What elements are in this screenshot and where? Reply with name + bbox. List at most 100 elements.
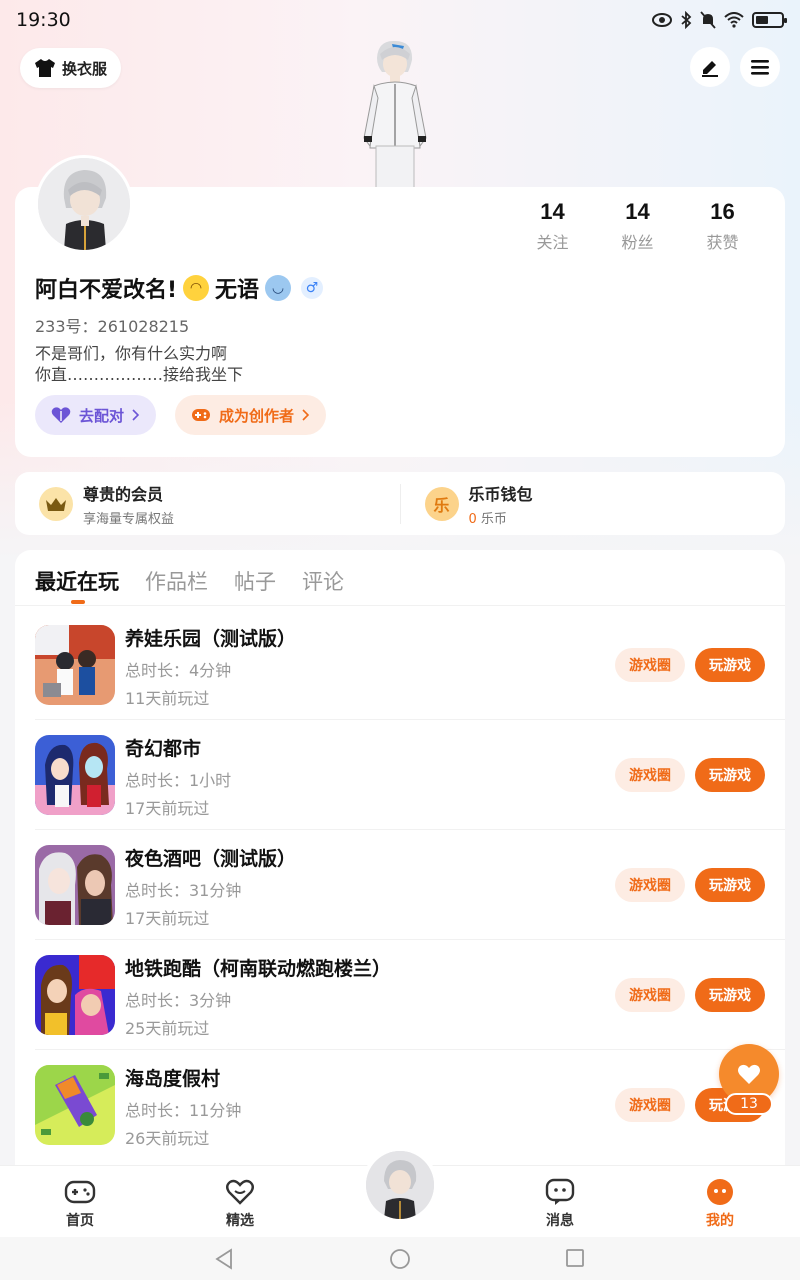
vip-subtitle: 享海量专属权益 <box>83 511 175 527</box>
play-game-button[interactable]: 玩游戏 <box>695 868 765 902</box>
upside-down-face-icon: ◠ <box>183 275 210 301</box>
tab-comments[interactable]: 评论 <box>302 566 344 596</box>
tab-posts[interactable]: 帖子 <box>234 566 276 596</box>
stat-likes-count: 16 <box>710 199 735 224</box>
edit-profile-button[interactable] <box>690 47 730 87</box>
game-duration: 总时长：1小时 <box>125 771 232 790</box>
game-info: 奇幻都市 总时长：1小时 17天前玩过 <box>125 734 231 819</box>
battery-icon <box>752 12 787 28</box>
stat-likes[interactable]: 16 获赞 <box>680 199 765 253</box>
play-game-button[interactable]: 玩游戏 <box>695 648 765 682</box>
nav-featured[interactable]: 精选 <box>200 1176 280 1230</box>
menu-button[interactable] <box>740 47 780 87</box>
user-id[interactable]: 233号：261028215 <box>35 313 189 337</box>
nav-me-label: 我的 <box>706 1213 734 1229</box>
game-last-played: 17天前玩过 <box>125 799 210 818</box>
game-thumbnail <box>35 845 115 925</box>
nav-featured-label: 精选 <box>226 1213 254 1229</box>
chevron-right-icon <box>302 409 310 421</box>
game-name: 海岛度假村 <box>125 1068 221 1090</box>
game-last-played: 11天前玩过 <box>125 689 210 708</box>
game-duration: 总时长：4分钟 <box>125 661 232 680</box>
hamburger-icon <box>751 60 769 75</box>
wallet-amount: 0 <box>468 511 477 527</box>
vip-member-entry[interactable]: 尊贵的会员 享海量专属权益 <box>15 481 400 527</box>
game-name: 养娃乐园（测试版） <box>125 628 297 650</box>
game-last-played: 17天前玩过 <box>125 909 210 928</box>
game-thumbnail <box>35 735 115 815</box>
tab-works[interactable]: 作品栏 <box>145 566 208 596</box>
change-outfit-label: 换衣服 <box>62 59 108 78</box>
game-circle-button[interactable]: 游戏圈 <box>615 1088 685 1122</box>
game-row[interactable]: 奇幻都市 总时长：1小时 17天前玩过 游戏圈 玩游戏 <box>15 720 785 830</box>
mute-bell-icon <box>700 11 716 29</box>
nickname-text: 阿白不爱改名! <box>35 278 178 303</box>
recents-icon[interactable] <box>565 1248 585 1268</box>
nav-home[interactable]: 首页 <box>40 1176 120 1230</box>
like-count-badge: 13 <box>725 1093 773 1115</box>
nav-messages-label: 消息 <box>546 1213 574 1229</box>
content-card: 最近在玩 作品栏 帖子 评论 养娃乐园（测试版） 总时长：4分钟 11天前玩过 … <box>15 550 785 1250</box>
shirt-icon <box>35 59 55 77</box>
nickname: 阿白不爱改名! ◠ 无语 ◡ ♂ <box>35 272 324 304</box>
match-button[interactable]: 去配对 <box>35 395 157 435</box>
stat-following-label: 关注 <box>536 233 569 252</box>
eye-icon <box>652 13 672 27</box>
back-icon[interactable] <box>214 1248 234 1270</box>
stat-followers[interactable]: 14 粉丝 <box>595 199 680 253</box>
game-last-played: 25天前玩过 <box>125 1019 210 1038</box>
game-row[interactable]: 养娃乐园（测试版） 总时长：4分钟 11天前玩过 游戏圈 玩游戏 <box>15 610 785 720</box>
status-icons <box>652 11 787 29</box>
game-circle-button[interactable]: 游戏圈 <box>615 758 685 792</box>
game-info: 海岛度假村 总时长：11分钟 26天前玩过 <box>125 1064 241 1149</box>
pencil-icon <box>702 61 718 77</box>
game-row[interactable]: 夜色酒吧（测试版） 总时长：31分钟 17天前玩过 游戏圈 玩游戏 <box>15 830 785 940</box>
status-time: 19:30 <box>16 9 71 31</box>
tab-recent-played[interactable]: 最近在玩 <box>35 566 119 604</box>
game-circle-button[interactable]: 游戏圈 <box>615 978 685 1012</box>
wallet-entry[interactable]: 乐 乐币钱包 0 乐币 <box>401 481 786 527</box>
nickname-suffix: 无语 <box>215 278 260 303</box>
become-creator-button[interactable]: 成为创作者 <box>175 395 327 435</box>
game-duration: 总时长：3分钟 <box>125 991 232 1010</box>
bio-line-1: 不是哥们，你有什么实力啊 <box>35 344 228 363</box>
profile-face-icon <box>707 1179 733 1205</box>
game-row[interactable]: 海岛度假村 总时长：11分钟 26天前玩过 游戏圈 玩游戏 <box>15 1050 785 1160</box>
avatar-figure[interactable] <box>350 38 440 189</box>
heart-icon <box>738 1064 760 1084</box>
gamepad-icon <box>64 1180 96 1204</box>
game-duration: 总时长：31分钟 <box>125 881 242 900</box>
bio: 不是哥们，你有什么实力啊 你直………………接给我坐下 <box>35 343 243 385</box>
gamepad-icon <box>192 409 210 421</box>
play-game-button[interactable]: 玩游戏 <box>695 758 765 792</box>
home-icon[interactable] <box>389 1248 411 1270</box>
wifi-icon <box>724 12 744 28</box>
nav-home-label: 首页 <box>66 1213 94 1229</box>
nav-messages[interactable]: 消息 <box>520 1176 600 1230</box>
profile-card: 14 关注 14 粉丝 16 获赞 阿白不爱改名! ◠ 无语 ◡ ♂ 233号：… <box>15 187 785 457</box>
play-game-button[interactable]: 玩游戏 <box>695 978 765 1012</box>
tabs-divider <box>15 605 785 606</box>
stat-following-count: 14 <box>540 199 565 224</box>
chevron-right-icon <box>132 409 140 421</box>
status-bar: 19:30 <box>0 0 800 40</box>
avatar[interactable] <box>35 155 133 253</box>
vip-title: 尊贵的会员 <box>83 484 164 504</box>
bio-line-2: 你直………………接给我坐下 <box>35 365 244 384</box>
stat-following[interactable]: 14 关注 <box>510 199 595 253</box>
nav-center-avatar[interactable] <box>362 1147 438 1223</box>
game-name: 夜色酒吧（测试版） <box>125 848 297 870</box>
game-circle-button[interactable]: 游戏圈 <box>615 648 685 682</box>
male-gender-icon: ♂ <box>301 277 324 299</box>
game-duration: 总时长：11分钟 <box>125 1101 242 1120</box>
nav-me[interactable]: 我的 <box>680 1176 760 1230</box>
match-label: 去配对 <box>79 406 125 425</box>
avatar <box>366 1151 434 1219</box>
game-row[interactable]: 地铁跑酷（柯南联动燃跑楼兰） 总时长：3分钟 25天前玩过 游戏圈 玩游戏 <box>15 940 785 1050</box>
change-outfit-button[interactable]: 换衣服 <box>20 48 122 88</box>
bluetooth-icon <box>681 11 692 29</box>
game-circle-button[interactable]: 游戏圈 <box>615 868 685 902</box>
become-creator-label: 成为创作者 <box>219 406 295 425</box>
game-thumbnail <box>35 955 115 1035</box>
stat-likes-label: 获赞 <box>706 233 739 252</box>
